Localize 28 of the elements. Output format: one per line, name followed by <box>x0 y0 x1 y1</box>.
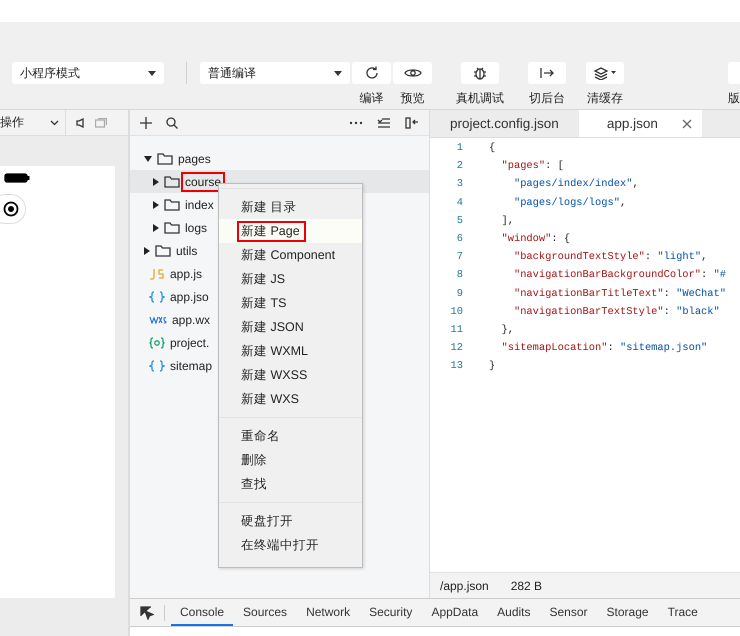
line-number: 5 <box>456 214 464 227</box>
code-line: "navigationBarTextStyle": "black" <box>512 306 720 318</box>
line-number: 2 <box>456 160 464 172</box>
code-line: "pages/logs/logs", <box>512 196 626 209</box>
file-size: 282 B <box>510 578 542 592</box>
line-number: 12 <box>450 342 464 354</box>
line-number: 7 <box>456 251 464 264</box>
code-line: "sitemapLocation": "sitemap.json" <box>500 342 708 354</box>
file-path: /app.json <box>440 578 489 592</box>
line-number: 10 <box>450 306 464 318</box>
line-number: 1 <box>456 142 464 154</box>
line-number: 6 <box>456 233 464 246</box>
code-line: "backgroundTextStyle": "light", <box>512 251 708 264</box>
line-number: 3 <box>456 178 464 190</box>
code-line: { <box>489 142 496 154</box>
code-line: "navigationBarBackgroundColor": "# <box>512 269 726 282</box>
code-line: "navigationBarTitleText": "WeChat" <box>512 288 726 300</box>
line-number: 11 <box>450 324 464 336</box>
line-number: 4 <box>456 196 464 209</box>
code-line: "window": { <box>500 233 570 246</box>
code-line: } <box>489 360 496 372</box>
code-line: "pages/index/index", <box>512 178 639 190</box>
code-line: ], <box>500 214 514 227</box>
code-line: "pages": [ <box>500 160 564 172</box>
line-number: 9 <box>456 288 464 300</box>
line-number: 13 <box>450 360 464 372</box>
code-line: }, <box>500 324 514 336</box>
line-number: 8 <box>456 269 464 282</box>
